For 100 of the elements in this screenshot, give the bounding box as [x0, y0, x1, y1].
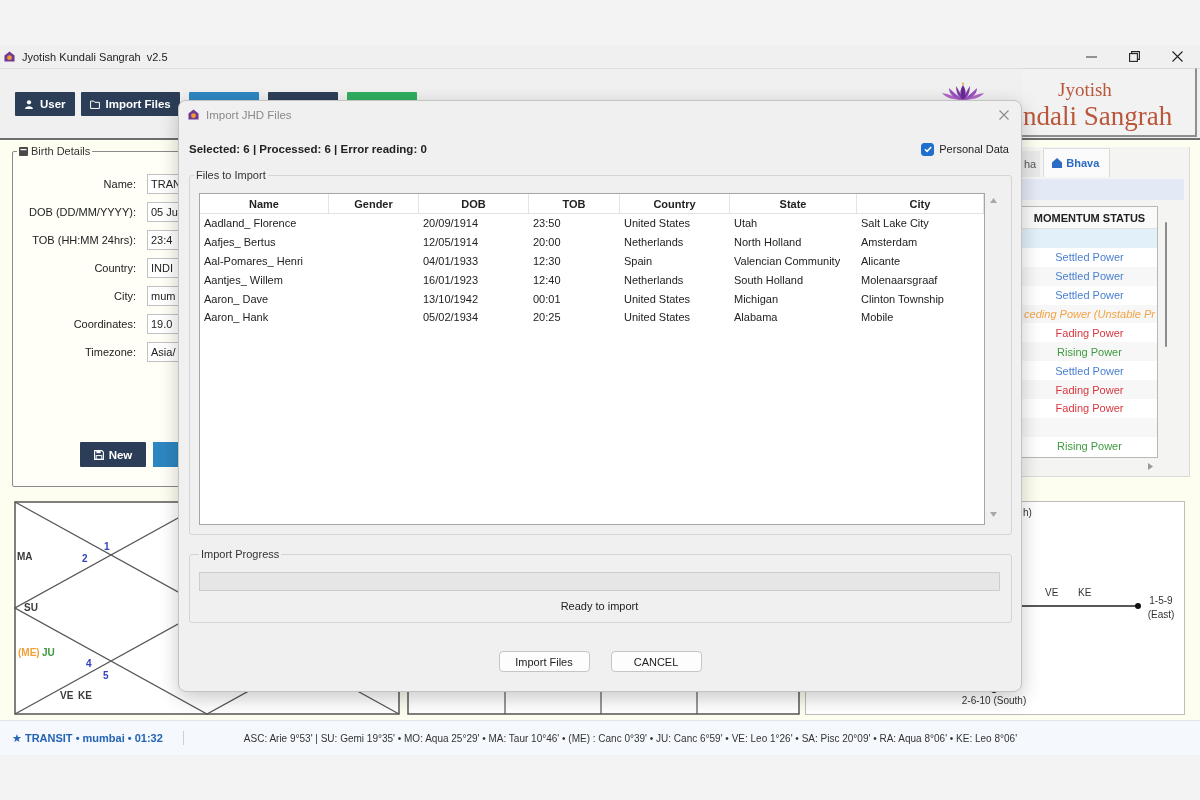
restore-icon[interactable] — [1129, 51, 1140, 62]
table-cell-text: Valencian Community — [733, 254, 842, 269]
table-row[interactable]: Settled Power — [1022, 361, 1157, 381]
scrollbar-thumb[interactable] — [1165, 222, 1167, 347]
column-header[interactable]: Gender — [329, 194, 419, 214]
field-label: Country: — [93, 261, 136, 276]
status-cell: Fading Power — [1055, 383, 1124, 396]
status-cell: Settled Power — [1055, 270, 1124, 283]
scroll-up-icon[interactable] — [990, 198, 997, 203]
text-field[interactable]: 19.0 — [147, 314, 179, 334]
lotus-icon — [941, 82, 985, 100]
table-row[interactable]: Fading Power — [1022, 380, 1157, 399]
table-row[interactable]: Fading Power — [1022, 399, 1157, 418]
table-row[interactable] — [1022, 417, 1157, 437]
table-cell-text: United States — [623, 216, 692, 232]
table-cell-text: South Holland — [733, 272, 805, 288]
dialog-button[interactable]: CANCEL — [610, 651, 702, 672]
dialog-title: Import JHD Files — [206, 108, 292, 121]
column-header[interactable]: State — [730, 194, 857, 214]
toolbar-button[interactable] — [267, 92, 338, 100]
house-number: 1 — [104, 540, 110, 553]
table-cell-text: Aadland_ Florence — [203, 216, 298, 232]
text-field[interactable]: mum — [147, 286, 179, 306]
table-row[interactable]: Settled Power — [1022, 247, 1157, 267]
text-field[interactable]: 23:4 — [147, 230, 179, 250]
close-icon[interactable] — [1172, 51, 1183, 62]
table-cell-text: Spain — [623, 254, 654, 269]
table-cell-text: Aantjes_ Willem — [203, 272, 284, 288]
text-field[interactable]: 05 Ju — [147, 202, 179, 222]
column-header[interactable]: City — [857, 194, 984, 214]
table-cell-text: 20:25 — [532, 310, 562, 326]
planet-label: KE — [78, 689, 92, 702]
window-title: Jyotish Kundali Sangrah v2.5 — [22, 50, 168, 63]
column-header[interactable]: Country — [620, 194, 730, 214]
planet-label: VE — [60, 689, 74, 702]
status-cell: Settled Power — [1055, 289, 1124, 302]
form-button[interactable] — [153, 442, 179, 467]
scroll-down-icon[interactable] — [990, 512, 997, 517]
status-cell: Settled Power — [1055, 364, 1124, 377]
table-cell-text: Alabama — [733, 310, 779, 326]
table-cell-text: Salt Lake City — [860, 216, 930, 232]
column-header[interactable]: DOB — [419, 194, 529, 214]
table-cell-text: Aal-Pomares_ Henri — [203, 254, 305, 269]
table-row[interactable] — [1022, 229, 1157, 248]
minimize-icon[interactable] — [1086, 55, 1097, 58]
field-label: TOB (HH:MM 24hrs): — [31, 233, 136, 248]
tab[interactable]: ha — [1022, 151, 1041, 177]
table-row[interactable]: Rising Power — [1022, 436, 1157, 456]
table-cell-text: 04/01/1933 — [422, 254, 480, 269]
table-row[interactable]: Settled Power — [1022, 266, 1157, 286]
toolbar-button[interactable] — [188, 92, 259, 100]
field-label: Coordinates: — [72, 317, 136, 332]
direction-label: 1-5-9 (East) — [1146, 594, 1176, 622]
house-icon — [1052, 158, 1063, 168]
column-header[interactable]: TOB — [529, 194, 620, 214]
status-cell: Rising Power — [1057, 345, 1122, 358]
new-button[interactable]: New — [80, 442, 146, 467]
direction-label: 2-6-10 (South) — [960, 694, 1028, 707]
planet-label: KE — [1078, 586, 1092, 599]
tab[interactable]: Bhava — [1043, 148, 1111, 177]
table-cell-text: 12:40 — [532, 272, 562, 288]
text-field[interactable]: INDI — [147, 258, 179, 278]
scroll-right-icon[interactable] — [1148, 463, 1153, 470]
planet-label: (ME) — [18, 646, 40, 659]
planet-positions: ASC: Arie 9°53' | SU: Gemi 19°35' • MO: Aqua 25°29' • MA: Taur 10°46' • (ME) : Canc 0°39' • JU: Canc 6°59' • VE: Leo 1°26' • SA: Pisc 20°09' • RA: Aqua 8°06' • KE: Leo 8°06' — [243, 732, 1018, 744]
table-cell-text: Amsterdam — [860, 235, 919, 251]
user-icon — [24, 99, 34, 109]
logo-text: ndali Sangrah — [1023, 101, 1173, 131]
dialog-button[interactable]: Import Files — [498, 651, 590, 672]
planet-label: SU — [24, 601, 38, 614]
checkbox-label: Personal Data — [939, 143, 1009, 155]
table-cell-text: 12/05/1914 — [422, 235, 480, 251]
checkbox[interactable] — [921, 142, 935, 156]
table-cell-text: 20/09/1914 — [422, 216, 480, 232]
direction-label: h) — [1023, 506, 1032, 519]
table-cell-text: Aafjes_ Bertus — [203, 235, 277, 251]
table-cell-text: North Holland — [733, 235, 803, 251]
table-row[interactable]: Fading Power — [1022, 323, 1157, 343]
planet-label: JU — [42, 646, 55, 659]
group-title: Files to Import — [195, 168, 267, 182]
table-cell-text: Netherlands — [623, 235, 685, 251]
table-cell-text: Aaron_ Hank — [203, 310, 270, 326]
table-cell-text: 20:00 — [532, 235, 562, 251]
toolbar-button[interactable]: User — [15, 92, 75, 116]
table-cell-text: Molenaarsgraaf — [860, 272, 939, 288]
table-row[interactable]: Settled Power — [1022, 285, 1157, 305]
table-cell-text: 13/10/1942 — [422, 291, 480, 307]
toolbar-button[interactable]: Import Files — [80, 92, 180, 116]
folder-icon — [89, 99, 100, 109]
column-header[interactable]: MOMENTUM STATUS — [1022, 207, 1157, 229]
house-icon — [4, 51, 15, 62]
table-cell-text: 05/02/1934 — [422, 310, 480, 326]
column-header[interactable]: Name — [200, 194, 329, 214]
house-number: 4 — [86, 657, 92, 670]
summary-text: Selected: 6 | Processed: 6 | Error reading: 0 — [189, 143, 427, 155]
toolbar-button[interactable] — [346, 92, 417, 100]
table-cell-text: 00:01 — [532, 291, 562, 307]
table-cell-text: Clinton Township — [860, 291, 945, 307]
field-label: City: — [113, 289, 136, 304]
text-field[interactable]: Asia/ — [147, 342, 179, 362]
